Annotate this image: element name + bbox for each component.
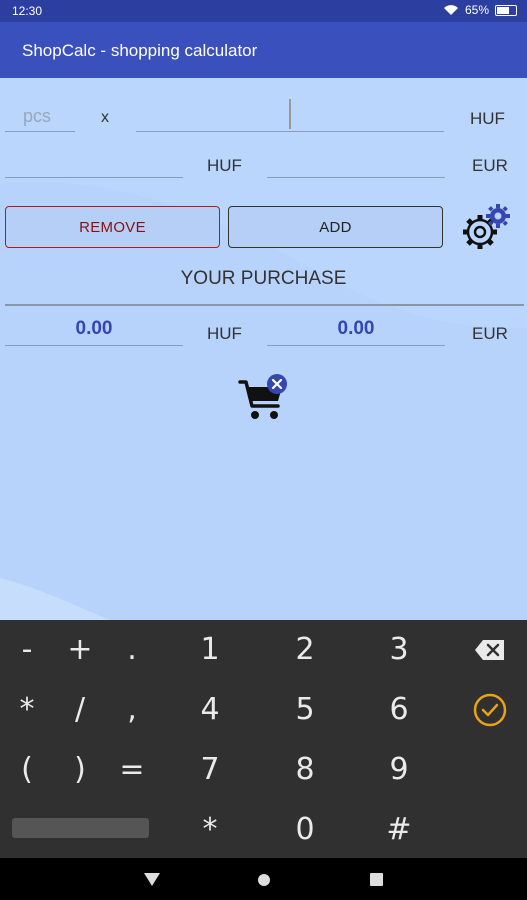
total-eur-value: 0.00 <box>337 318 375 339</box>
settings-button[interactable] <box>458 202 516 254</box>
numeric-keyboard: - + . 1 2 3 * / , 4 5 6 ( ) = 7 8 9 * 0 … <box>0 620 527 858</box>
text-cursor <box>289 99 291 129</box>
key-2[interactable]: 2 <box>275 625 335 675</box>
navigation-bar <box>0 858 527 900</box>
total-huf-field: 0.00 <box>5 316 183 346</box>
key-plus[interactable]: + <box>50 625 110 675</box>
main-content: pcs x HUF HUF EUR REMOVE ADD YOUR PURCHA… <box>0 78 527 620</box>
key-1[interactable]: 1 <box>180 625 240 675</box>
check-circle-icon <box>473 693 507 727</box>
home-icon[interactable] <box>257 873 271 887</box>
backspace-icon <box>475 640 504 660</box>
status-bar: 12:30 65% <box>0 0 527 22</box>
key-8[interactable]: 8 <box>275 745 335 795</box>
battery-icon <box>495 4 517 16</box>
total-huf-label: HUF <box>207 324 242 343</box>
recents-icon[interactable] <box>370 873 383 886</box>
key-6[interactable]: 6 <box>369 685 429 735</box>
space-bar[interactable] <box>12 818 149 838</box>
remove-button[interactable]: REMOVE <box>5 206 220 248</box>
key-3[interactable]: 3 <box>369 625 429 675</box>
times-symbol: x <box>101 109 109 126</box>
divider <box>5 304 524 306</box>
cart-clear-icon <box>238 374 287 419</box>
purchase-title: YOUR PURCHASE <box>180 268 347 289</box>
eur-label: EUR <box>472 156 508 175</box>
price-currency-label: HUF <box>470 109 505 128</box>
app-bar: ShopCalc - shopping calculator <box>0 22 527 78</box>
key-open-paren[interactable]: ( <box>0 745 57 795</box>
wifi-icon <box>443 5 458 15</box>
key-9[interactable]: 9 <box>369 745 429 795</box>
key-7[interactable]: 7 <box>180 745 240 795</box>
status-time: 12:30 <box>12 4 43 18</box>
key-star[interactable]: * <box>180 805 240 855</box>
quantity-field[interactable]: pcs <box>5 102 75 132</box>
key-hash[interactable]: # <box>369 805 429 855</box>
key-comma[interactable]: , <box>102 685 162 735</box>
total-eur-label: EUR <box>472 324 508 343</box>
price-input[interactable] <box>136 99 444 132</box>
app-title: ShopCalc - shopping calculator <box>22 41 258 60</box>
key-4[interactable]: 4 <box>180 685 240 735</box>
key-period[interactable]: . <box>102 625 162 675</box>
key-5[interactable]: 5 <box>275 685 335 735</box>
done-key[interactable] <box>460 685 520 735</box>
clear-cart-button[interactable] <box>236 372 292 422</box>
key-close-paren[interactable]: ) <box>50 745 110 795</box>
total-huf-value: 0.00 <box>75 318 113 339</box>
add-button[interactable]: ADD <box>228 206 443 248</box>
key-minus[interactable]: - <box>0 625 57 675</box>
eur-value-field[interactable] <box>267 148 445 178</box>
key-asterisk[interactable]: * <box>0 685 57 735</box>
key-slash[interactable]: / <box>50 685 110 735</box>
status-icons: 65% <box>443 3 517 17</box>
gear-icon <box>463 204 510 249</box>
back-icon[interactable] <box>144 873 160 887</box>
huf-value-field[interactable] <box>5 148 183 178</box>
huf-label: HUF <box>207 156 242 175</box>
battery-percent: 65% <box>464 3 489 17</box>
quantity-placeholder: pcs <box>23 106 52 126</box>
backspace-key[interactable] <box>460 625 520 675</box>
key-equals[interactable]: = <box>102 745 162 795</box>
total-eur-field: 0.00 <box>267 316 445 346</box>
key-0[interactable]: 0 <box>275 805 335 855</box>
